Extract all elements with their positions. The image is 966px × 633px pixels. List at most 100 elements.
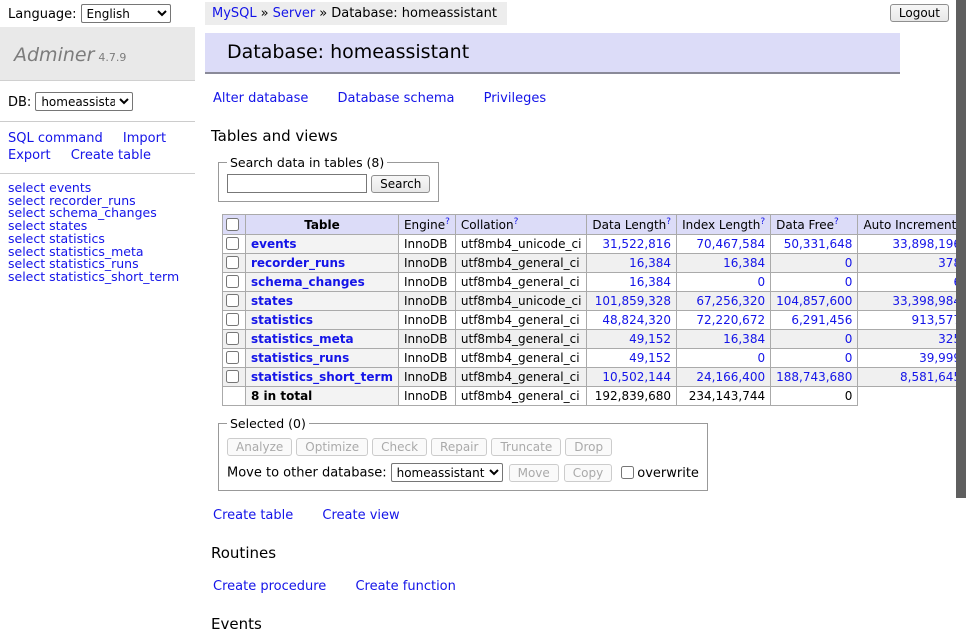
index-length-link-recorder-runs[interactable]: 16,384: [723, 256, 765, 270]
link-create-table[interactable]: Create table: [213, 508, 293, 523]
row-checkbox-schema-changes[interactable]: [226, 275, 239, 288]
table-name-link-statistics[interactable]: statistics: [251, 313, 313, 327]
scrollbar-thumb[interactable]: [956, 0, 966, 498]
app-logo: Adminer4.7.9: [0, 27, 195, 81]
auto-increment-cell: 325: [858, 330, 966, 349]
index-length-link-statistics-meta[interactable]: 16,384: [723, 332, 765, 346]
auto-increment-link-states[interactable]: 33,398,984: [892, 294, 961, 308]
data-free-link-events[interactable]: 50,331,648: [784, 237, 853, 251]
breadcrumb-item-mysql[interactable]: MySQL: [212, 6, 257, 21]
move-db-select[interactable]: homeassistant: [391, 463, 503, 482]
auto-increment-cell: 33,398,984: [858, 292, 966, 311]
language-row: Language:English: [8, 4, 171, 23]
table-name-link-schema-changes[interactable]: schema_changes: [251, 275, 365, 289]
nav-link-database-schema[interactable]: Database schema: [338, 91, 455, 106]
language-select[interactable]: English: [81, 4, 171, 23]
vertical-scrollbar[interactable]: [956, 0, 966, 543]
nav-link-privileges[interactable]: Privileges: [484, 91, 547, 106]
data-length-link-statistics-runs[interactable]: 49,152: [629, 351, 671, 365]
data-free-cell: 0: [771, 273, 858, 292]
search-button[interactable]: Search: [371, 175, 430, 193]
index-length-link-schema-changes[interactable]: 0: [757, 275, 765, 289]
table-name-cell: statistics_runs: [246, 349, 399, 368]
total-empty-cell: [223, 387, 246, 406]
truncate-button[interactable]: Truncate: [491, 438, 561, 456]
help-link-data-length[interactable]: ?: [666, 217, 671, 227]
auto-increment-cell: 39,999: [858, 349, 966, 368]
data-free-cell: 6,291,456: [771, 311, 858, 330]
data-length-link-statistics-short-term[interactable]: 10,502,144: [602, 370, 671, 384]
copy-button[interactable]: Copy: [564, 464, 612, 482]
search-fieldset: Search data in tables (8) Search: [218, 155, 439, 202]
data-length-link-states[interactable]: 101,859,328: [595, 294, 671, 308]
nav-link-alter-database[interactable]: Alter database: [213, 91, 308, 106]
analyze-button[interactable]: Analyze: [227, 438, 292, 456]
index-length-link-statistics[interactable]: 72,220,672: [696, 313, 765, 327]
sidebar-action-import[interactable]: Import: [123, 131, 166, 146]
table-row-statistics-meta: statistics_metaInnoDButf8mb4_general_ci4…: [223, 330, 966, 349]
table-name-link-statistics-runs[interactable]: statistics_runs: [251, 351, 349, 365]
data-length-link-events[interactable]: 31,522,816: [602, 237, 671, 251]
help-link-engine[interactable]: ?: [445, 217, 450, 227]
help-link-index-length[interactable]: ?: [760, 217, 765, 227]
row-checkbox-recorder-runs[interactable]: [226, 256, 239, 269]
table-name-link-events[interactable]: events: [251, 237, 297, 251]
row-checkbox-statistics-short-term[interactable]: [226, 370, 239, 383]
data-length-link-statistics[interactable]: 48,824,320: [602, 313, 671, 327]
table-name-link-statistics-short-term[interactable]: statistics_short_term: [251, 370, 393, 384]
data-free-link-statistics-runs[interactable]: 0: [845, 351, 853, 365]
select-all-cell: [223, 215, 246, 235]
data-free-link-statistics-meta[interactable]: 0: [845, 332, 853, 346]
table-name-link-recorder-runs[interactable]: recorder_runs: [251, 256, 345, 270]
tables-overview-table: TableEngine?Collation?Data Length?Index …: [222, 214, 966, 406]
row-checkbox-statistics-meta[interactable]: [226, 332, 239, 345]
auto-increment-link-statistics[interactable]: 913,577: [911, 313, 961, 327]
row-checkbox-states[interactable]: [226, 294, 239, 307]
index-length-link-states[interactable]: 67,256,320: [696, 294, 765, 308]
sidebar-action-create-table[interactable]: Create table: [71, 148, 151, 163]
search-input[interactable]: [227, 174, 367, 193]
sidebar-action-export[interactable]: Export: [8, 148, 51, 163]
index-length-link-statistics-runs[interactable]: 0: [757, 351, 765, 365]
link-create-procedure[interactable]: Create procedure: [213, 579, 326, 594]
row-checkbox-cell: [223, 330, 246, 349]
db-select[interactable]: homeassistant: [35, 92, 133, 111]
auto-increment-link-statistics-short-term[interactable]: 8,581,645: [900, 370, 961, 384]
drop-button[interactable]: Drop: [565, 438, 612, 456]
move-row: Move to other database:homeassistantMove…: [227, 463, 699, 482]
move-button[interactable]: Move: [509, 464, 559, 482]
data-length-link-statistics-meta[interactable]: 49,152: [629, 332, 671, 346]
data-free-link-statistics[interactable]: 6,291,456: [791, 313, 852, 327]
row-checkbox-statistics[interactable]: [226, 313, 239, 326]
row-checkbox-events[interactable]: [226, 237, 239, 250]
row-checkbox-statistics-runs[interactable]: [226, 351, 239, 364]
link-create-function[interactable]: Create function: [355, 579, 455, 594]
repair-button[interactable]: Repair: [431, 438, 487, 456]
data-free-link-recorder-runs[interactable]: 0: [845, 256, 853, 270]
index-length-link-events[interactable]: 70,467,584: [696, 237, 765, 251]
table-name-link-statistics-meta[interactable]: statistics_meta: [251, 332, 354, 346]
overwrite-checkbox[interactable]: [621, 466, 634, 479]
data-free-link-states[interactable]: 104,857,600: [776, 294, 852, 308]
sidebar-action-sql-command[interactable]: SQL command: [8, 131, 103, 146]
help-link-collation[interactable]: ?: [514, 217, 519, 227]
data-length-link-recorder-runs[interactable]: 16,384: [629, 256, 671, 270]
select-all-checkbox[interactable]: [226, 218, 239, 231]
select-link-statistics-short-term[interactable]: select: [8, 269, 45, 284]
data-length-link-schema-changes[interactable]: 16,384: [629, 275, 671, 289]
check-button[interactable]: Check: [372, 438, 427, 456]
breadcrumb-item-server[interactable]: Server: [273, 6, 316, 21]
optimize-button[interactable]: Optimize: [296, 438, 368, 456]
table-link-statistics-short-term[interactable]: statistics_short_term: [49, 269, 179, 284]
logout-button[interactable]: Logout: [890, 4, 949, 22]
index-length-link-statistics-short-term[interactable]: 24,166,400: [696, 370, 765, 384]
data-free-link-statistics-short-term[interactable]: 188,743,680: [776, 370, 852, 384]
data-free-link-schema-changes[interactable]: 0: [845, 275, 853, 289]
auto-increment-link-events[interactable]: 33,898,196: [892, 237, 961, 251]
breadcrumb: MySQL»Server»Database: homeassistant: [205, 2, 507, 25]
help-link-data-free[interactable]: ?: [834, 217, 839, 227]
table-row-statistics-short-term: statistics_short_termInnoDButf8mb4_gener…: [223, 368, 966, 387]
table-name-link-states[interactable]: states: [251, 294, 293, 308]
auto-increment-link-statistics-runs[interactable]: 39,999: [919, 351, 961, 365]
link-create-view[interactable]: Create view: [322, 508, 399, 523]
